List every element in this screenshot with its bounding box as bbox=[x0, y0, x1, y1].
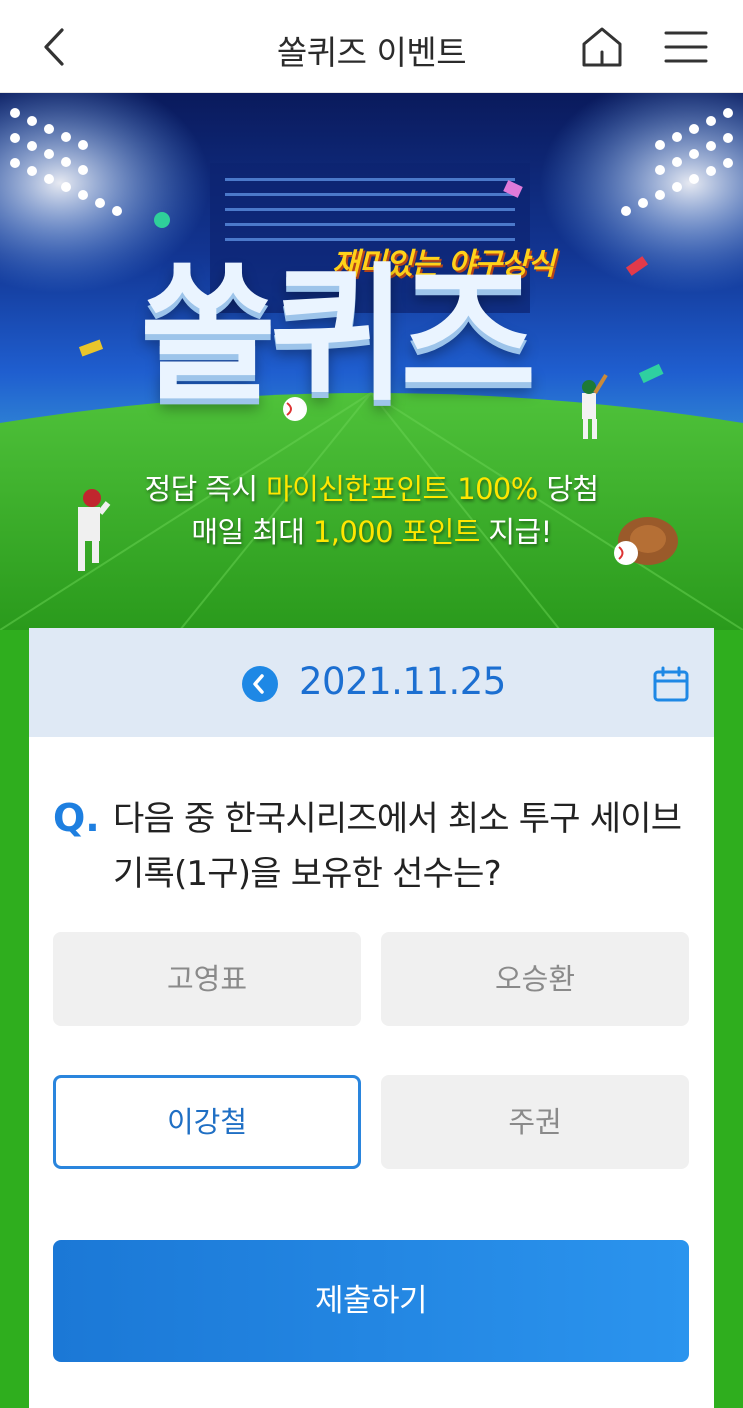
question-text: 다음 중 한국시리즈에서 최소 투구 세이브 기록(1구)을 보유한 선수는? bbox=[113, 799, 682, 894]
home-icon bbox=[582, 27, 622, 67]
answer-option-3-selected[interactable]: 이강철 bbox=[53, 1075, 361, 1169]
page-title: 쏠퀴즈 이벤트 bbox=[276, 33, 467, 72]
quiz-card: 2021.11.25 Q. 다음 중 한국시리즈에서 최소 투구 세이브 기록(… bbox=[29, 628, 714, 1408]
submit-button[interactable]: 제출하기 bbox=[53, 1240, 689, 1362]
banner-daily-line: 매일 최대 1,000 포인트 지급! bbox=[0, 509, 743, 551]
quiz-date: 2021.11.25 bbox=[299, 660, 506, 703]
event-banner: 재미있는 야구상식 쏠퀴즈 정답 즉시 마이신한포인트 100% 당첨 매일 최… bbox=[0, 93, 743, 630]
hamburger-menu-icon bbox=[664, 31, 708, 63]
question-mark-label: Q. bbox=[53, 796, 100, 840]
banner-line2-text: 매일 최대 bbox=[191, 515, 313, 549]
banner-line1-suffix: 당첨 bbox=[537, 472, 599, 506]
quiz-logo: 쏠퀴즈 bbox=[140, 249, 536, 421]
calendar-icon bbox=[653, 666, 689, 702]
banner-line1-text: 정답 즉시 bbox=[144, 472, 267, 506]
banner-reward-line: 정답 즉시 마이신한포인트 100% 당첨 bbox=[0, 466, 743, 508]
menu-button[interactable] bbox=[660, 24, 710, 70]
date-bar: 2021.11.25 bbox=[29, 628, 714, 737]
chevron-left-icon bbox=[253, 674, 264, 694]
home-button[interactable] bbox=[576, 22, 628, 72]
answer-option-2[interactable]: 오승환 bbox=[381, 932, 689, 1026]
calendar-button[interactable] bbox=[651, 664, 691, 704]
banner-line1-highlight: 마이신한포인트 100% bbox=[266, 472, 538, 506]
banner-line2-highlight: 1,000 포인트 bbox=[312, 515, 480, 549]
answer-option-1[interactable]: 고영표 bbox=[53, 932, 361, 1026]
answer-option-4[interactable]: 주권 bbox=[381, 1075, 689, 1169]
app-header: 쏠퀴즈 이벤트 bbox=[0, 0, 743, 93]
banner-line2-suffix: 지급! bbox=[479, 515, 552, 549]
previous-date-button[interactable] bbox=[242, 666, 278, 702]
